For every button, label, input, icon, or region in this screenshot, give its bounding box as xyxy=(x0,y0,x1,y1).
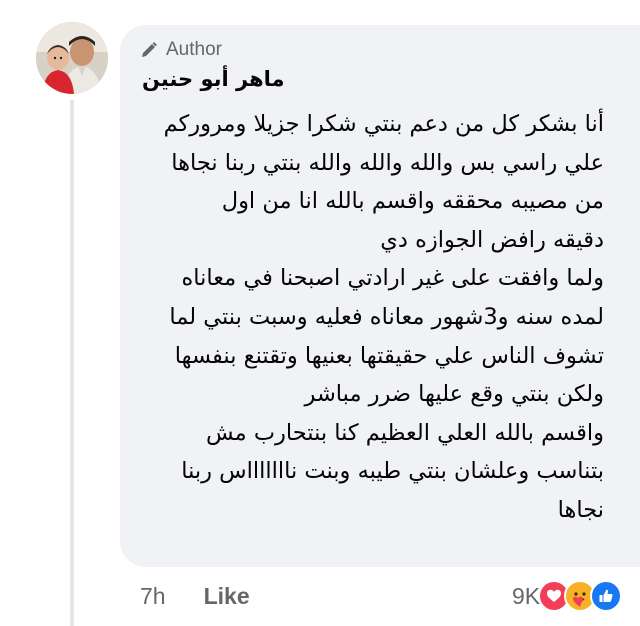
author-badge: Author xyxy=(140,37,222,63)
comment-line: ولكن بنتي وقع عليها ضرر مباشر xyxy=(304,381,604,408)
avatar-photo xyxy=(36,22,108,94)
avatar[interactable] xyxy=(36,22,108,94)
comment-text: أنا بشكر كل من دعم بنتي شكرا جزيلا ومرور… xyxy=(142,105,604,530)
comment-actions: 7h Like xyxy=(140,578,250,614)
comment-bubble[interactable]: Author ماهر أبو حنين أنا بشكر كل من دعم … xyxy=(120,25,640,567)
comment-line: أنا بشكر كل من دعم بنتي شكرا جزيلا ومرور… xyxy=(163,111,604,137)
like-button[interactable]: Like xyxy=(204,583,250,610)
comment-line: علي راسي بس والله والله والله بنتي ربنا … xyxy=(171,149,604,176)
thread-line xyxy=(70,100,74,626)
comment-line: من مصيبه محققه واقسم بالله انا من اول xyxy=(221,188,604,215)
comment-line: بتناسب وعلشان بنتي طيبه وبنت ناااااااس ر… xyxy=(181,458,604,485)
pencil-icon xyxy=(142,42,157,57)
comment-line: تشوف الناس علي حقيقتها بعنيها وتقتنع بنف… xyxy=(174,342,604,369)
comment-line: نجاها xyxy=(557,496,604,523)
author-badge-label: Author xyxy=(166,39,222,60)
comment-line: ولما وافقت على غير ارادتي اصبحنا في معان… xyxy=(181,265,605,292)
comment-line: دقيقه رافض الجوازه دي xyxy=(380,226,604,253)
like-icon xyxy=(590,580,623,612)
comment-line: واقسم بالله العلي العظيم كنا بنتحارب مش xyxy=(205,419,604,446)
comment-line: لمده سنه و3شهور معاناه فعليه وسبت بنتي ل… xyxy=(169,303,604,330)
reaction-count: 9K xyxy=(512,582,541,609)
comment-timestamp[interactable]: 7h xyxy=(140,583,166,610)
reaction-summary[interactable]: 9K xyxy=(512,578,623,614)
author-name[interactable]: ماهر أبو حنين xyxy=(142,67,285,91)
